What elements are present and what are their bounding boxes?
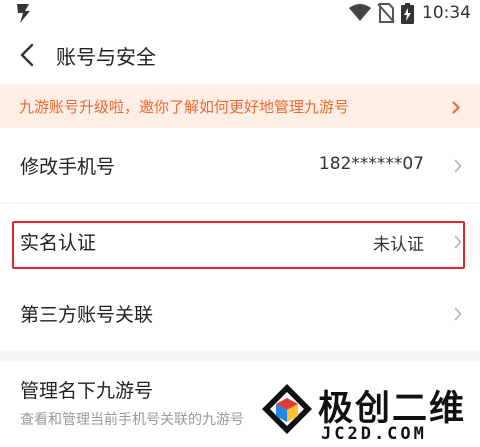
chevron-right-icon: [454, 306, 462, 325]
highlight-box: [12, 221, 465, 269]
banner-text: 九游账号升级啦，邀你了解如何更好地管理九游号: [19, 98, 350, 116]
wifi-icon: [349, 4, 377, 22]
third-party-link-row[interactable]: 第三方账号关联: [0, 276, 480, 351]
page-title: 账号与安全: [56, 45, 156, 69]
no-sim-icon: [377, 3, 401, 23]
app-logo-icon: [15, 2, 33, 28]
phone-number-value: 182******07: [318, 154, 424, 174]
row-description: 查看和管理当前手机号关联的九游号: [20, 412, 244, 428]
chevron-right-icon: [452, 99, 460, 118]
chevron-right-icon: [454, 158, 462, 177]
row-label: 第三方账号关联: [20, 304, 154, 326]
row-label: 修改手机号: [20, 156, 116, 178]
watermark-logo-icon: [260, 382, 314, 440]
battery-charging-icon: [401, 2, 420, 24]
upgrade-banner[interactable]: 九游账号升级啦，邀你了解如何更好地管理九游号: [0, 84, 480, 128]
back-arrow-icon[interactable]: [18, 43, 36, 67]
section-gap: [0, 351, 480, 361]
change-phone-row[interactable]: 修改手机号 182******07: [0, 128, 480, 203]
status-time: 10:34: [422, 3, 471, 23]
header: 账号与安全: [0, 26, 480, 84]
row-label: 管理名下九游号: [20, 380, 154, 402]
status-bar: 10:34: [0, 0, 480, 26]
watermark: 极创二维 JC2D.COM: [246, 370, 480, 447]
watermark-subtitle: JC2D.COM: [321, 424, 427, 444]
